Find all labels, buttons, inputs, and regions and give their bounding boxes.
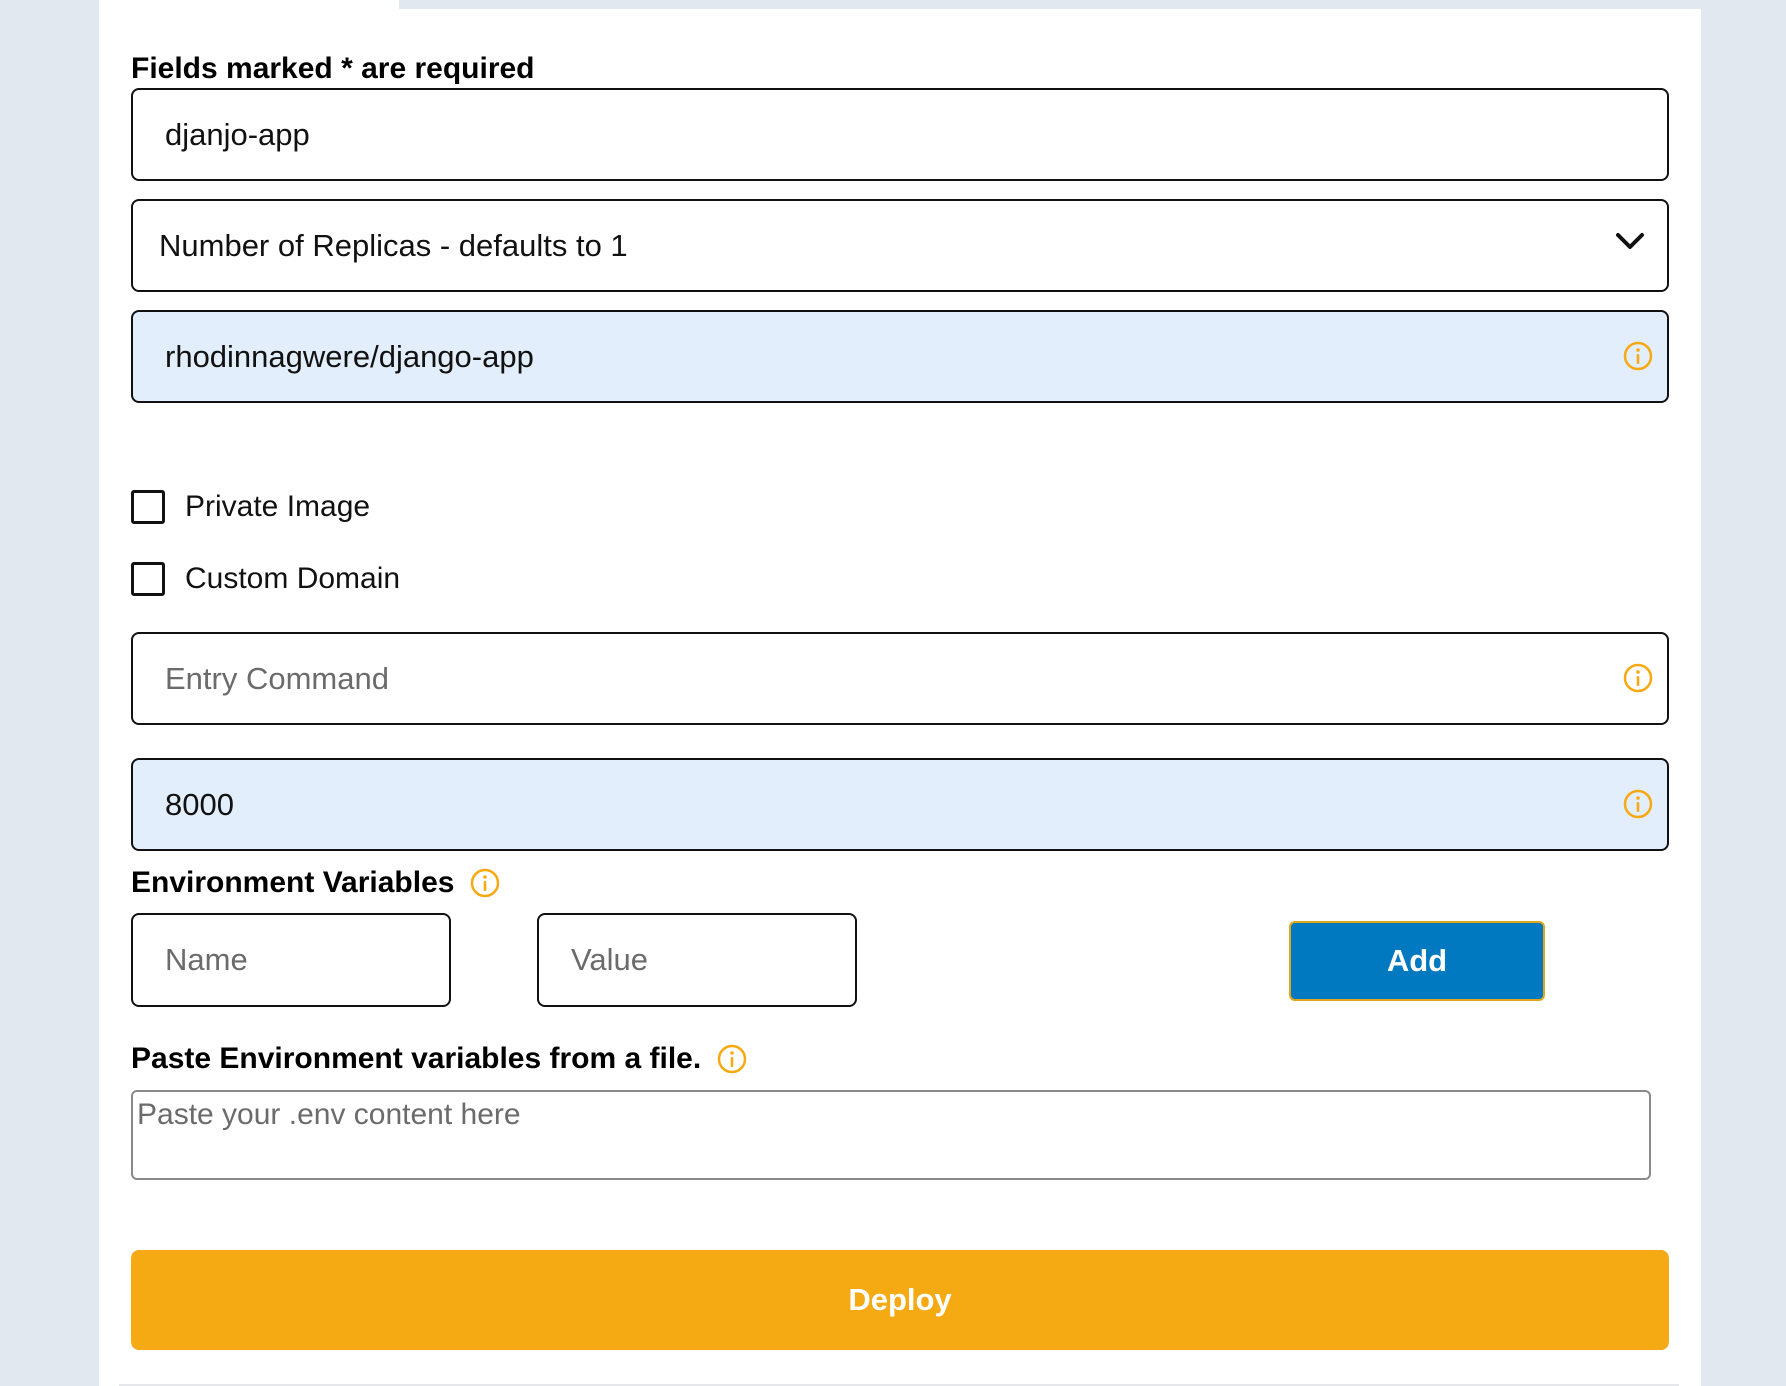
info-icon[interactable] <box>717 1044 747 1074</box>
env-file-title: Paste Environment variables from a file. <box>131 1042 702 1075</box>
env-var-name-input[interactable]: Name <box>131 913 451 1007</box>
app-name-value: djanjo-app <box>165 117 310 152</box>
env-file-title-row: Paste Environment variables from a file. <box>131 1041 747 1077</box>
private-image-option[interactable]: Private Image <box>131 487 370 527</box>
replicas-selected-value: Number of Replicas - defaults to 1 <box>159 228 628 263</box>
deploy-form-card: Fields marked * are required djanjo-app … <box>99 9 1701 1386</box>
env-vars-title-row: Environment Variables <box>131 865 500 901</box>
image-value: rhodinnagwere/django-app <box>165 339 534 374</box>
private-image-checkbox[interactable] <box>131 490 165 524</box>
replicas-select[interactable]: Number of Replicas - defaults to 1 <box>131 199 1669 292</box>
add-env-var-button[interactable]: Add <box>1289 921 1545 1001</box>
env-var-name-placeholder: Name <box>165 942 248 977</box>
required-fields-note: Fields marked * are required <box>131 52 535 85</box>
top-strip <box>99 0 399 9</box>
env-var-value-placeholder: Value <box>571 942 648 977</box>
env-file-textarea[interactable]: Paste your .env content here <box>131 1090 1651 1180</box>
info-icon[interactable] <box>1623 663 1653 698</box>
port-value: 8000 <box>165 787 234 822</box>
app-name-input[interactable]: djanjo-app <box>131 88 1669 181</box>
port-input[interactable]: 8000 <box>131 758 1669 851</box>
info-icon[interactable] <box>1623 341 1653 376</box>
entry-command-placeholder: Entry Command <box>165 661 389 696</box>
env-vars-title: Environment Variables <box>131 866 455 899</box>
chevron-down-icon <box>1615 231 1645 256</box>
entry-command-input[interactable]: Entry Command <box>131 632 1669 725</box>
custom-domain-checkbox[interactable] <box>131 562 165 596</box>
info-icon[interactable] <box>1623 789 1653 824</box>
env-var-value-input[interactable]: Value <box>537 913 857 1007</box>
custom-domain-option[interactable]: Custom Domain <box>131 559 400 599</box>
image-input[interactable]: rhodinnagwere/django-app <box>131 310 1669 403</box>
private-image-label: Private Image <box>185 490 371 523</box>
info-icon[interactable] <box>470 868 500 898</box>
custom-domain-label: Custom Domain <box>185 562 401 595</box>
deploy-button[interactable]: Deploy <box>131 1250 1669 1350</box>
env-file-placeholder: Paste your .env content here <box>137 1098 521 1131</box>
